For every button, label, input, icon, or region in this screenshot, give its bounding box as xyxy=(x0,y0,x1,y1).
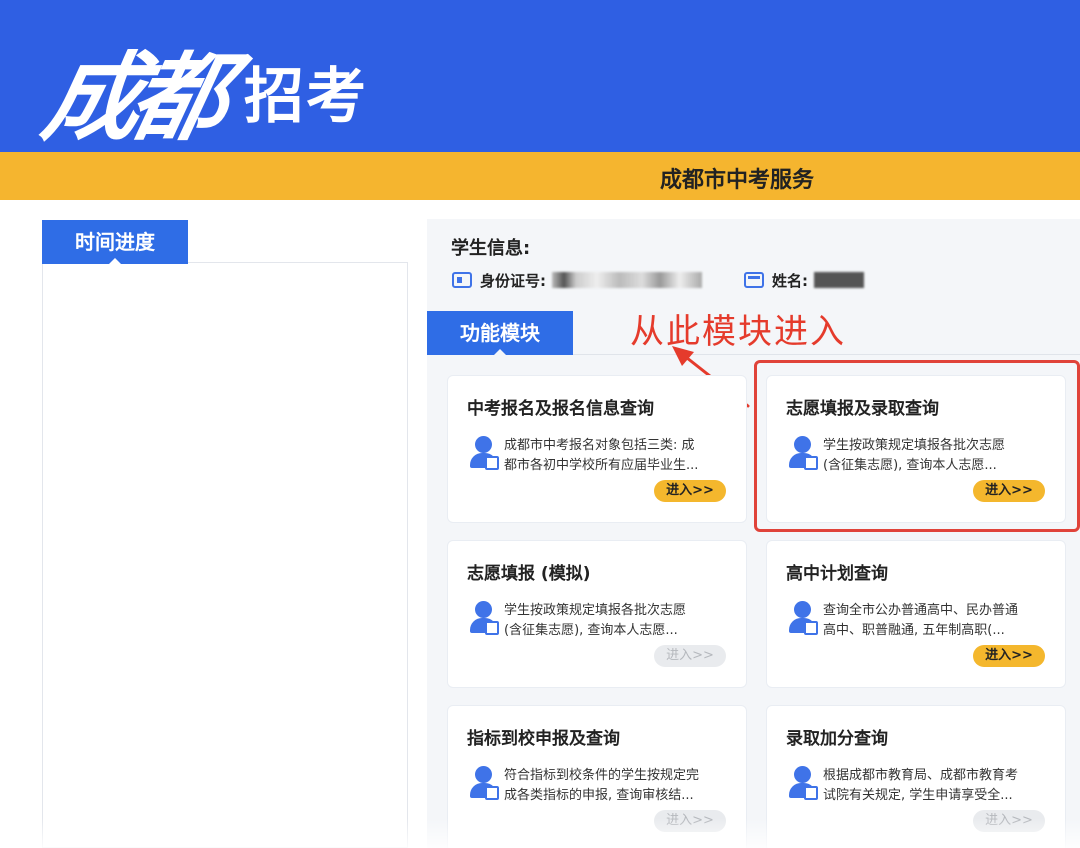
name-row: 姓名: xyxy=(744,268,864,292)
student-doc-icon xyxy=(787,601,821,637)
logo-calligraphy: 成都 xyxy=(34,41,231,154)
annotation-highlight-box xyxy=(754,360,1080,532)
student-doc-icon xyxy=(468,436,502,472)
module-description: 查询全市公办普通高中、民办普通 高中、职普融通, 五年制高职(... xyxy=(823,603,1019,638)
name-redacted xyxy=(814,272,864,288)
module-title: 志愿填报 (模拟) xyxy=(467,564,591,584)
module-title: 录取加分查询 xyxy=(786,729,888,749)
module-description: 符合指标到校条件的学生按规定完 成各类指标的申报, 查询审核结... xyxy=(504,768,700,803)
module-title: 中考报名及报名信息查询 xyxy=(467,399,654,419)
module-card-high-school-plan: 高中计划查询 查询全市公办普通高中、民办普通 高中、职普融通, 五年制高职(...… xyxy=(766,540,1066,688)
module-description: 学生按政策规定填报各批次志愿 (含征集志愿), 查询本人志愿... xyxy=(504,603,687,638)
student-doc-icon xyxy=(468,766,502,802)
module-title: 高中计划查询 xyxy=(786,564,888,584)
id-number-redacted xyxy=(552,272,702,288)
module-title: 指标到校申报及查询 xyxy=(467,729,620,749)
module-description: 根据成都市教育局、成都市教育考 试院有关规定, 学生申请享受全... xyxy=(823,768,1019,803)
service-banner: 成都市中考服务 xyxy=(0,152,1080,200)
logo-text: 招考 xyxy=(244,62,368,132)
timeline-panel xyxy=(42,262,408,848)
module-description: 成都市中考报名对象包括三类: 成都市各初中学校所有应届毕业生... xyxy=(504,438,699,473)
name-label: 姓名: xyxy=(772,271,808,290)
student-doc-icon xyxy=(787,766,821,802)
id-number-row: 身份证号: xyxy=(452,268,702,292)
site-header: 成都 招考 xyxy=(0,0,1080,154)
tab-divider xyxy=(573,354,1080,355)
id-number-label: 身份证号: xyxy=(480,271,546,290)
enter-button[interactable]: 进入>> xyxy=(654,480,726,502)
tab-time-progress[interactable]: 时间进度 xyxy=(42,220,188,265)
module-card-registration: 中考报名及报名信息查询 成都市中考报名对象包括三类: 成都市各初中学校所有应届毕… xyxy=(447,375,747,523)
bottom-fade xyxy=(0,818,1080,848)
module-card-simulation: 志愿填报 (模拟) 学生按政策规定填报各批次志愿 (含征集志愿), 查询本人志愿.… xyxy=(447,540,747,688)
service-title: 成都市中考服务 xyxy=(660,168,815,193)
chengdu-zhaokao-logo[interactable]: 成都 招考 xyxy=(34,20,388,154)
id-card-icon xyxy=(452,272,472,288)
student-doc-icon xyxy=(468,601,502,637)
enter-button-disabled[interactable]: 进入>> xyxy=(654,645,726,667)
enter-button[interactable]: 进入>> xyxy=(973,645,1045,667)
student-info-title: 学生信息: xyxy=(451,238,531,259)
tab-function-modules[interactable]: 功能模块 xyxy=(427,311,573,356)
calendar-icon xyxy=(744,272,764,288)
